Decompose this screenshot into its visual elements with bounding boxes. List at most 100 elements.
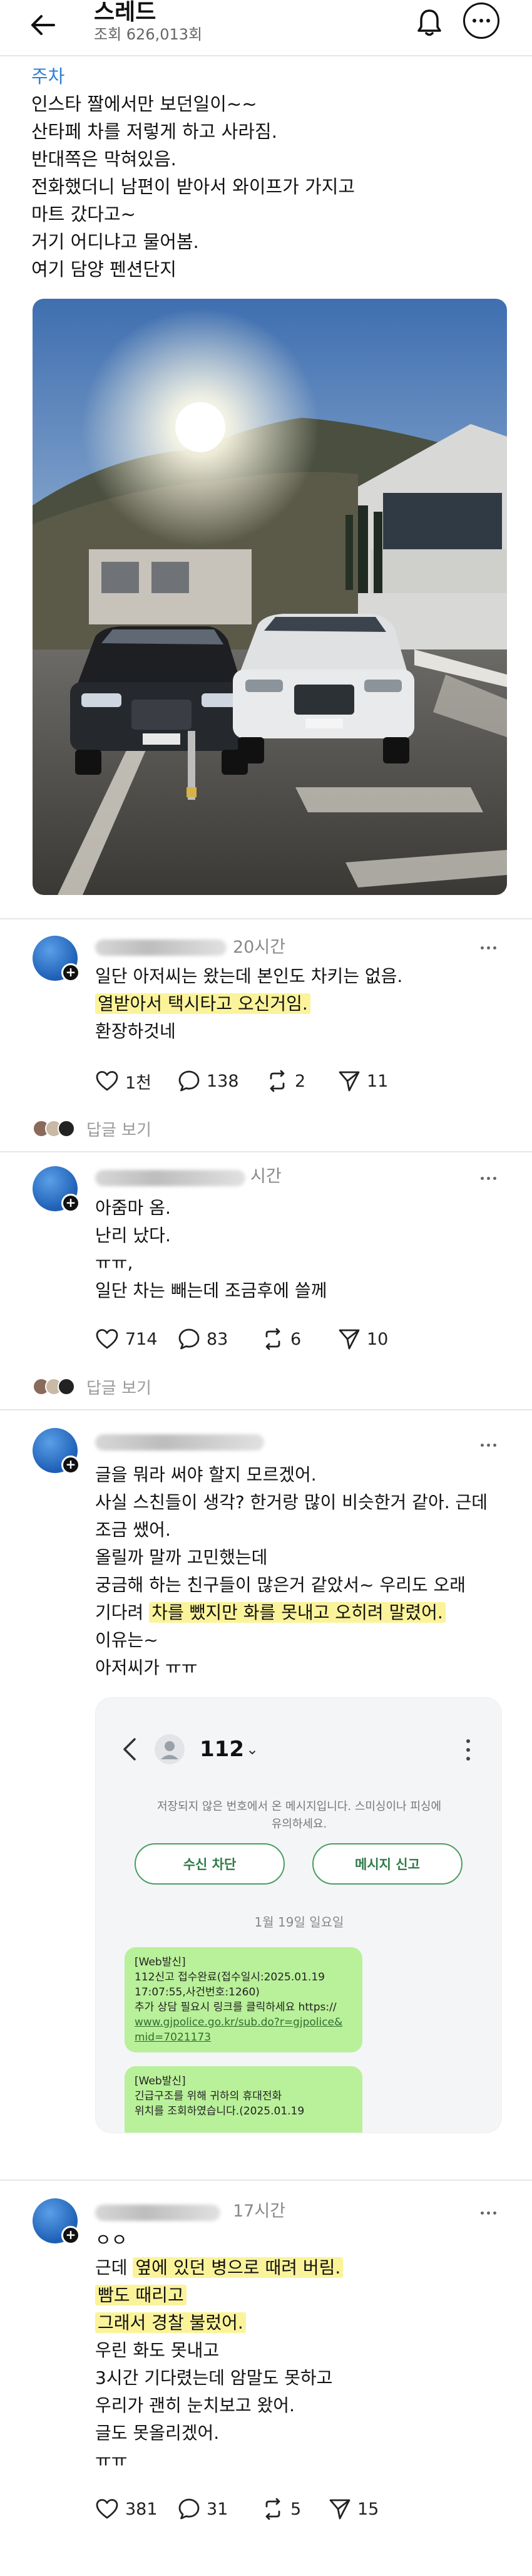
like-count: 381 bbox=[125, 2499, 158, 2519]
more-options-icon[interactable] bbox=[476, 938, 501, 957]
more-options-icon bbox=[465, 1739, 471, 1761]
comment-text-line: 우리가 괜히 눈치보고 왔어. bbox=[95, 2395, 295, 2416]
comment-text-line: 글을 뭐라 써야 할지 모르겠어. bbox=[95, 1464, 317, 1485]
message-line: 112신고 접수완료(접수일시:2025.01.19 bbox=[135, 1971, 325, 1984]
speech-bubble-icon bbox=[178, 2498, 200, 2520]
like-button[interactable]: 1천 bbox=[95, 1068, 151, 1094]
reply-button[interactable]: 138 bbox=[178, 1068, 239, 1094]
speech-bubble-icon bbox=[178, 1328, 200, 1350]
reply-count: 83 bbox=[207, 1329, 228, 1349]
blurred-username bbox=[95, 1170, 245, 1186]
comment-text-line: ㅠㅠ, bbox=[95, 1253, 133, 1273]
comment-text-line: 난리 났다. bbox=[95, 1225, 171, 1246]
reply-button[interactable]: 31 bbox=[178, 2496, 228, 2522]
post-text-line: 여기 담양 펜션단지 bbox=[31, 259, 176, 280]
post-tag[interactable]: 주차 bbox=[31, 63, 64, 90]
more-options-icon[interactable] bbox=[476, 1169, 501, 1187]
repost-button[interactable]: 2 bbox=[266, 1068, 305, 1094]
comment-text-line: 3시간 기다렸는데 암말도 못하고 bbox=[95, 2367, 333, 2388]
block-button: 수신 차단 bbox=[135, 1843, 285, 1885]
comment-text-line: 그래서 경찰 불렀어. bbox=[95, 2310, 246, 2336]
like-button[interactable]: 714 bbox=[95, 1327, 158, 1352]
highlighted-text: 열받아서 택시타고 오신거임. bbox=[95, 993, 310, 1014]
reply-preview[interactable]: 답글 보기 bbox=[33, 1116, 151, 1141]
like-count: 1천 bbox=[125, 1073, 152, 1093]
reply-count: 31 bbox=[207, 2499, 228, 2519]
follow-plus-icon[interactable]: + bbox=[61, 1456, 80, 1474]
plain-text: 근데 bbox=[95, 2257, 133, 2278]
follow-plus-icon[interactable]: + bbox=[61, 963, 80, 982]
share-button[interactable]: 15 bbox=[329, 2496, 379, 2522]
comment-text-line: 글도 못올리겠어. bbox=[95, 2423, 220, 2443]
report-button: 메시지 신고 bbox=[312, 1843, 463, 1885]
plain-text: 기다려 bbox=[95, 1602, 150, 1623]
highlighted-text: 빰도 때리고 bbox=[95, 2285, 187, 2305]
more-options-icon[interactable] bbox=[476, 1435, 501, 1454]
share-count: 15 bbox=[357, 2499, 379, 2519]
post-text-line: 인스타 짤에서만 보던일이~~ bbox=[31, 93, 257, 115]
comment-text-line: 우린 화도 못내고 bbox=[95, 2340, 220, 2361]
follow-plus-icon[interactable]: + bbox=[61, 1194, 80, 1213]
view-replies-link[interactable]: 답글 보기 bbox=[86, 1375, 151, 1399]
comment-text-line: 궁금해 하는 친구들이 많은거 같았서~ 우리도 오래 bbox=[95, 1575, 466, 1595]
heart-icon bbox=[96, 1329, 118, 1349]
embedded-screenshot[interactable]: 112 ⌄ 저장되지 않은 번호에서 온 메시지입니다. 스미싱이나 피싱에 유… bbox=[95, 1697, 502, 2133]
send-icon bbox=[329, 2499, 350, 2520]
comment-time: 20시간 bbox=[233, 938, 286, 957]
post-text-line: 반대쪽은 막혀있음. bbox=[31, 148, 176, 170]
message-line: [Web발신] bbox=[135, 1956, 186, 1968]
comment-time: 17시간 bbox=[233, 2201, 286, 2221]
more-options-icon[interactable] bbox=[463, 3, 499, 39]
comment-text-line: ㅇㅇ bbox=[95, 2230, 128, 2250]
divider bbox=[0, 55, 532, 56]
page-title: 스레드 bbox=[94, 0, 156, 25]
message-line: 17:07:55,사건번호:1260) bbox=[135, 1986, 260, 1999]
share-count: 10 bbox=[367, 1329, 389, 1349]
comment-text-line: 조금 쌨어. bbox=[95, 1519, 171, 1540]
message-link: www.gjpolice.go.kr/sub.do?r=gjpolice& bbox=[135, 2016, 343, 2029]
post-photo[interactable] bbox=[33, 299, 507, 895]
top-bar: 스레드 조회 626,013회 bbox=[0, 0, 532, 55]
blurred-username bbox=[95, 939, 227, 956]
spam-notice: 유의하세요. bbox=[271, 1818, 327, 1831]
comment-text-line: 열받아서 택시타고 오신거임. bbox=[95, 991, 310, 1017]
post-text-line: 전화했더니 남편이 받아서 와이프가 가지고 bbox=[31, 176, 356, 197]
view-count: 조회 626,013회 bbox=[94, 26, 203, 43]
back-arrow-icon[interactable] bbox=[24, 6, 61, 44]
contact-avatar bbox=[155, 1734, 185, 1764]
post-text-line: 산타페 차를 저렇게 하고 사라짐. bbox=[31, 121, 277, 142]
avatar bbox=[58, 1120, 75, 1137]
view-replies-link[interactable]: 답글 보기 bbox=[86, 1117, 151, 1141]
message-bubble: [Web발신] 112신고 접수완료(접수일시:2025.01.19 17:07… bbox=[125, 1947, 362, 2052]
message-line: 긴급구조를 위해 귀하의 휴대전화 bbox=[135, 2090, 282, 2103]
bell-icon[interactable] bbox=[411, 4, 448, 41]
send-icon bbox=[339, 1329, 360, 1350]
share-button[interactable]: 11 bbox=[338, 1068, 388, 1094]
reply-count: 138 bbox=[207, 1071, 239, 1091]
send-icon bbox=[339, 1071, 360, 1092]
message-bubble: [Web발신] 긴급구조를 위해 귀하의 휴대전화 위치를 조회하였습니다.(2… bbox=[125, 2066, 362, 2133]
highlighted-text: 차를 뺐지만 화를 못내고 오히려 말렸어. bbox=[149, 1602, 446, 1623]
comment-text-line: 일단 차는 빼는데 조금후에 쓸께 bbox=[95, 1280, 327, 1301]
reply-preview[interactable]: 답글 보기 bbox=[33, 1374, 151, 1399]
follow-plus-icon[interactable]: + bbox=[61, 2226, 80, 2245]
highlighted-text: 그래서 경찰 불렀어. bbox=[95, 2312, 246, 2333]
comment-text-line: 일단 아저씨는 왔는데 본인도 차키는 없음. bbox=[95, 966, 403, 986]
repost-button[interactable]: 5 bbox=[262, 2496, 301, 2522]
like-button[interactable]: 381 bbox=[95, 2496, 158, 2522]
message-line: [Web발신] bbox=[135, 2075, 186, 2087]
message-line: 위치를 조회하였습니다.(2025.01.19 bbox=[135, 2105, 305, 2118]
repost-button[interactable]: 6 bbox=[262, 1327, 301, 1352]
comment-text-line: 아저씨가 ㅠㅠ bbox=[95, 1657, 198, 1678]
date-separator: 1월 19일 일요일 bbox=[254, 1915, 344, 1930]
share-button[interactable]: 10 bbox=[338, 1327, 388, 1352]
divider bbox=[0, 2180, 532, 2181]
comment-time: 시간 bbox=[250, 1167, 282, 1186]
reply-button[interactable]: 83 bbox=[178, 1327, 228, 1352]
more-options-icon[interactable] bbox=[476, 2203, 501, 2222]
comment-text-line: 빰도 때리고 bbox=[95, 2282, 187, 2309]
repost-icon bbox=[265, 1328, 280, 1350]
heart-icon bbox=[96, 2499, 118, 2519]
blurred-username bbox=[95, 1434, 264, 1451]
repost-icon bbox=[265, 2498, 280, 2520]
